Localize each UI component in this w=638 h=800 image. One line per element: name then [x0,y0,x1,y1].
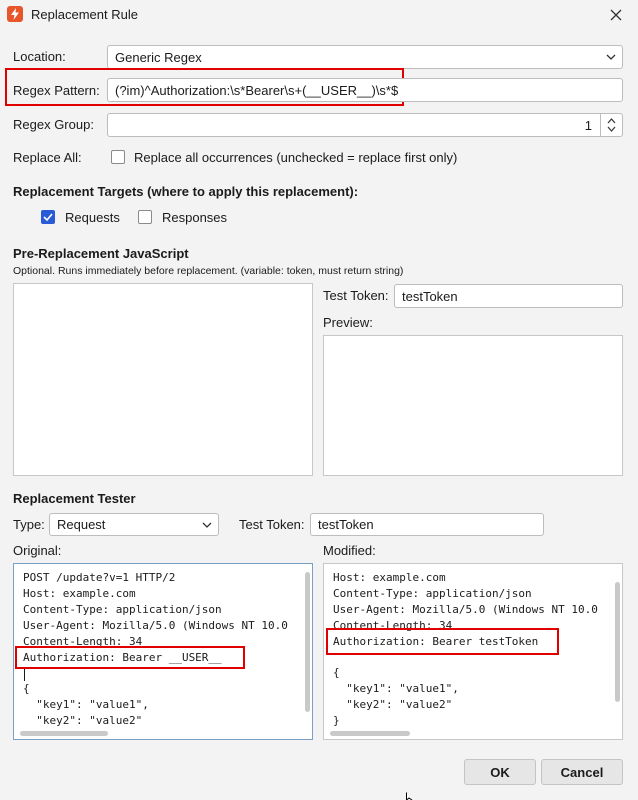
regex-group-value: 1 [584,117,592,133]
code-line: "key2": "value2" [333,698,453,712]
code-line: Content-Type: application/json [23,602,222,616]
tester-test-token-value: testToken [318,517,374,532]
mouse-cursor-icon [406,792,413,800]
modified-vertical-scrollbar[interactable] [615,582,620,702]
code-line: POST /update?v=1 HTTP/2 [23,571,176,584]
type-label: Type: [13,517,45,532]
regex-group-spinner[interactable]: 1 [107,113,623,137]
requests-label: Requests [65,210,120,225]
chevron-down-icon [202,522,212,528]
tester-heading: Replacement Tester [13,491,136,506]
highlight-box [15,646,245,669]
tester-test-token-label: Test Token: [239,517,305,532]
prejs-code-editor[interactable] [13,283,313,476]
checkmark-icon [43,213,53,221]
prejs-test-token-value: testToken [402,288,458,304]
prejs-test-token-input[interactable]: testToken [394,284,623,308]
spinner-arrows[interactable] [600,114,622,136]
chevron-down-icon[interactable] [607,126,616,132]
targets-heading: Replacement Targets (where to apply this… [13,184,359,199]
tester-test-token-input[interactable]: testToken [310,513,544,536]
original-horizontal-scrollbar[interactable] [20,731,108,736]
location-label: Location: [13,49,66,64]
cancel-button[interactable]: Cancel [541,759,623,785]
replace-all-label: Replace All: [13,150,82,165]
scrolled-text-edge [364,564,564,566]
modified-label: Modified: [323,543,376,558]
prejs-hint: Optional. Runs immediately before replac… [13,265,404,277]
code-line: Content-Type: application/json [333,586,532,600]
modified-horizontal-scrollbar[interactable] [330,731,410,736]
responses-checkbox[interactable] [138,210,152,224]
regex-pattern-value: (?im)^Authorization:\s*Bearer\s+(__USER_… [115,82,399,98]
prejs-test-token-label: Test Token: [323,288,389,303]
code-line: "key1": "value1", [333,682,459,696]
preview-label: Preview: [323,315,373,330]
code-line: Host: example.com [333,571,446,584]
replace-all-checkbox[interactable] [111,150,125,164]
location-select[interactable]: Generic Regex [107,45,623,69]
code-line: User-Agent: Mozilla/5.0 (Windows NT 10.0 [333,602,598,616]
close-icon[interactable] [604,3,628,27]
type-select[interactable]: Request [49,513,219,536]
highlight-box [326,628,559,655]
code-line: "key2": "value2" [23,714,143,728]
code-line: "key1": "value1", [23,698,149,712]
requests-checkbox[interactable] [41,210,55,224]
original-vertical-scrollbar[interactable] [305,572,310,712]
regex-pattern-label: Regex Pattern: [13,83,100,98]
type-select-value: Request [57,517,106,532]
app-lightning-icon [7,6,23,22]
preview-area [323,335,623,476]
window-title: Replacement Rule [31,7,138,22]
replace-all-text: Replace all occurrences (unchecked = rep… [134,150,458,165]
regex-pattern-input[interactable]: (?im)^Authorization:\s*Bearer\s+(__USER_… [107,78,623,102]
text-cursor [24,669,25,681]
code-line: { [333,666,340,680]
location-select-value: Generic Regex [115,49,202,65]
ok-button[interactable]: OK [464,759,536,785]
code-line: } [333,714,340,728]
code-line: User-Agent: Mozilla/5.0 (Windows NT 10.0 [23,618,288,632]
chevron-down-icon [606,54,616,60]
chevron-up-icon[interactable] [607,118,616,124]
original-label: Original: [13,543,62,558]
code-line: { [23,682,30,696]
responses-label: Responses [162,210,228,225]
regex-group-label: Regex Group: [13,117,94,132]
code-line: Host: example.com [23,586,136,600]
prejs-heading: Pre-Replacement JavaScript [13,246,189,261]
